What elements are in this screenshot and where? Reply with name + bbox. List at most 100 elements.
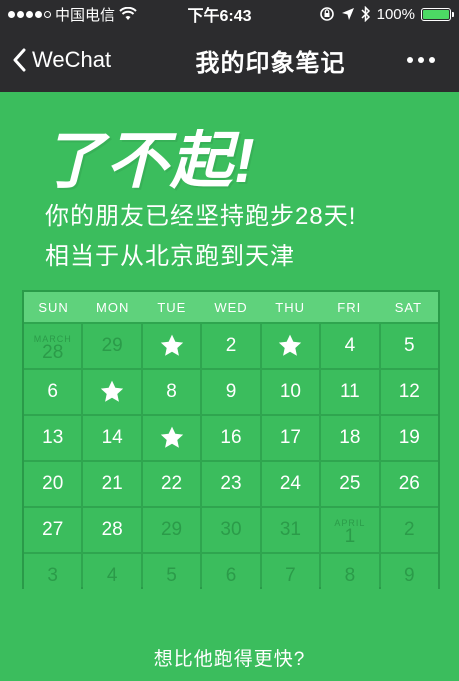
- calendar-day: 2: [202, 324, 260, 368]
- more-dots-icon: [407, 57, 413, 63]
- calendar-day: 5: [142, 554, 201, 598]
- star-icon: [279, 334, 302, 356]
- calendar-day: 30: [202, 508, 260, 552]
- calendar-day-starred: [142, 416, 201, 460]
- calendar-day: 21: [83, 462, 141, 506]
- calendar-day: 11: [321, 370, 379, 414]
- status-time: 下午6:43: [187, 8, 252, 25]
- calendar-day: 22: [142, 462, 201, 506]
- day-number: 29: [101, 335, 123, 356]
- weekday-label: MON: [96, 299, 130, 315]
- star-icon: [160, 426, 183, 448]
- calendar-day: 9: [202, 370, 260, 414]
- day-number: 16: [220, 427, 242, 448]
- calendar-day: 31: [261, 508, 320, 552]
- day-number: 2: [403, 519, 415, 540]
- calendar-day: MARCH 28: [24, 324, 82, 368]
- calendar-day: 12: [380, 370, 438, 414]
- day-number: 5: [166, 565, 177, 586]
- carrier-label: 中国电信: [55, 6, 116, 24]
- calendar: SUN MON TUE WED THU FRI SAT MARCH 28 29 2 4 5…: [22, 290, 440, 598]
- day-number: 29: [160, 519, 183, 540]
- nav-bar: WeChat 我的印象笔记: [0, 28, 459, 92]
- calendar-day: 29: [142, 508, 201, 552]
- day-number: 18: [339, 427, 361, 448]
- day-number: 25: [339, 473, 361, 494]
- day-number: 31: [279, 519, 301, 540]
- calendar-day: 14: [83, 416, 141, 460]
- calendar-day: APRIL 1: [321, 508, 379, 552]
- calendar-day-starred: [83, 370, 141, 414]
- day-number: 27: [42, 519, 64, 540]
- day-number: 28: [101, 519, 123, 540]
- calendar-day-starred: [142, 324, 201, 368]
- calendar-day: 20: [24, 462, 82, 506]
- calendar-grid: MARCH 28 29 2 4 5 6 8 9 10 11 12 13 14 16 17 18 19 20 21 22 2…: [24, 322, 438, 598]
- calendar-day: 6: [24, 370, 82, 414]
- day-number: 10: [279, 381, 301, 402]
- back-label: WeChat: [32, 47, 112, 72]
- star-icon: [160, 334, 183, 356]
- day-number: 3: [47, 565, 58, 586]
- weekday-label: TUE: [157, 299, 187, 315]
- location-icon: [341, 8, 354, 20]
- compete-link[interactable]: 想比他跑得更快?: [0, 644, 459, 671]
- calendar-day: 23: [202, 462, 260, 506]
- calendar-day: 3: [24, 554, 82, 598]
- day-number: 9: [225, 381, 237, 402]
- calendar-day: 25: [321, 462, 379, 506]
- day-number: 30: [220, 519, 242, 540]
- day-number: 22: [160, 473, 183, 494]
- hero-title: 了不起!: [42, 127, 257, 196]
- calendar-day: 13: [24, 416, 82, 460]
- bluetooth-icon: [361, 6, 370, 22]
- day-number: 4: [344, 335, 356, 356]
- calendar-day: 10: [261, 370, 320, 414]
- status-bar: 中国电信 下午6:43 100%: [0, 0, 459, 28]
- wifi-icon: [119, 7, 137, 20]
- calendar-day: 28: [83, 508, 141, 552]
- day-number: 7: [285, 565, 296, 586]
- calendar-day: 17: [261, 416, 320, 460]
- day-number: 24: [279, 473, 301, 494]
- calendar-day-starred: [261, 324, 320, 368]
- day-number: 11: [339, 381, 360, 402]
- calendar-day: 5: [380, 324, 438, 368]
- day-number: 6: [225, 565, 237, 586]
- hero-line1: 你的朋友已经坚持跑步28天!: [45, 203, 357, 230]
- day-number: 1: [344, 526, 356, 547]
- calendar-day: 8: [321, 554, 379, 598]
- day-number: 28: [42, 342, 64, 363]
- calendar-day: 19: [380, 416, 438, 460]
- more-button[interactable]: [391, 28, 451, 92]
- page-title: 我的印象笔记: [195, 49, 346, 77]
- calendar-day: 29: [83, 324, 141, 368]
- battery-icon: [421, 7, 454, 21]
- day-number: 6: [47, 381, 58, 402]
- calendar-day: 16: [202, 416, 260, 460]
- day-number: 2: [225, 335, 237, 356]
- weekday-label: SUN: [38, 299, 69, 315]
- calendar-day: 26: [380, 462, 438, 506]
- signal-icon: [8, 10, 51, 18]
- screen: 中国电信 下午6:43 100% WeChat 我的印象笔记 了不起! 你的朋友…: [0, 0, 459, 681]
- calendar-day: 9: [380, 554, 438, 598]
- battery-percent: 100%: [376, 5, 415, 23]
- month-label: APRIL: [334, 518, 366, 528]
- weekday-label: WED: [214, 299, 248, 315]
- calendar-day: 2: [380, 508, 438, 552]
- hero-line2: 相当于从北京跑到天津: [45, 243, 295, 270]
- calendar-day: 18: [321, 416, 379, 460]
- calendar-day: 27: [24, 508, 82, 552]
- day-number: 4: [106, 565, 118, 586]
- back-button[interactable]: WeChat: [0, 28, 150, 92]
- day-number: 12: [398, 381, 420, 402]
- day-number: 23: [220, 473, 242, 494]
- day-number: 20: [42, 473, 64, 494]
- weekday-label: FRI: [337, 299, 362, 315]
- day-number: 19: [398, 427, 420, 448]
- weekday-label: THU: [275, 299, 305, 315]
- day-number: 5: [403, 335, 415, 356]
- calendar-day: 24: [261, 462, 320, 506]
- star-icon: [100, 380, 124, 402]
